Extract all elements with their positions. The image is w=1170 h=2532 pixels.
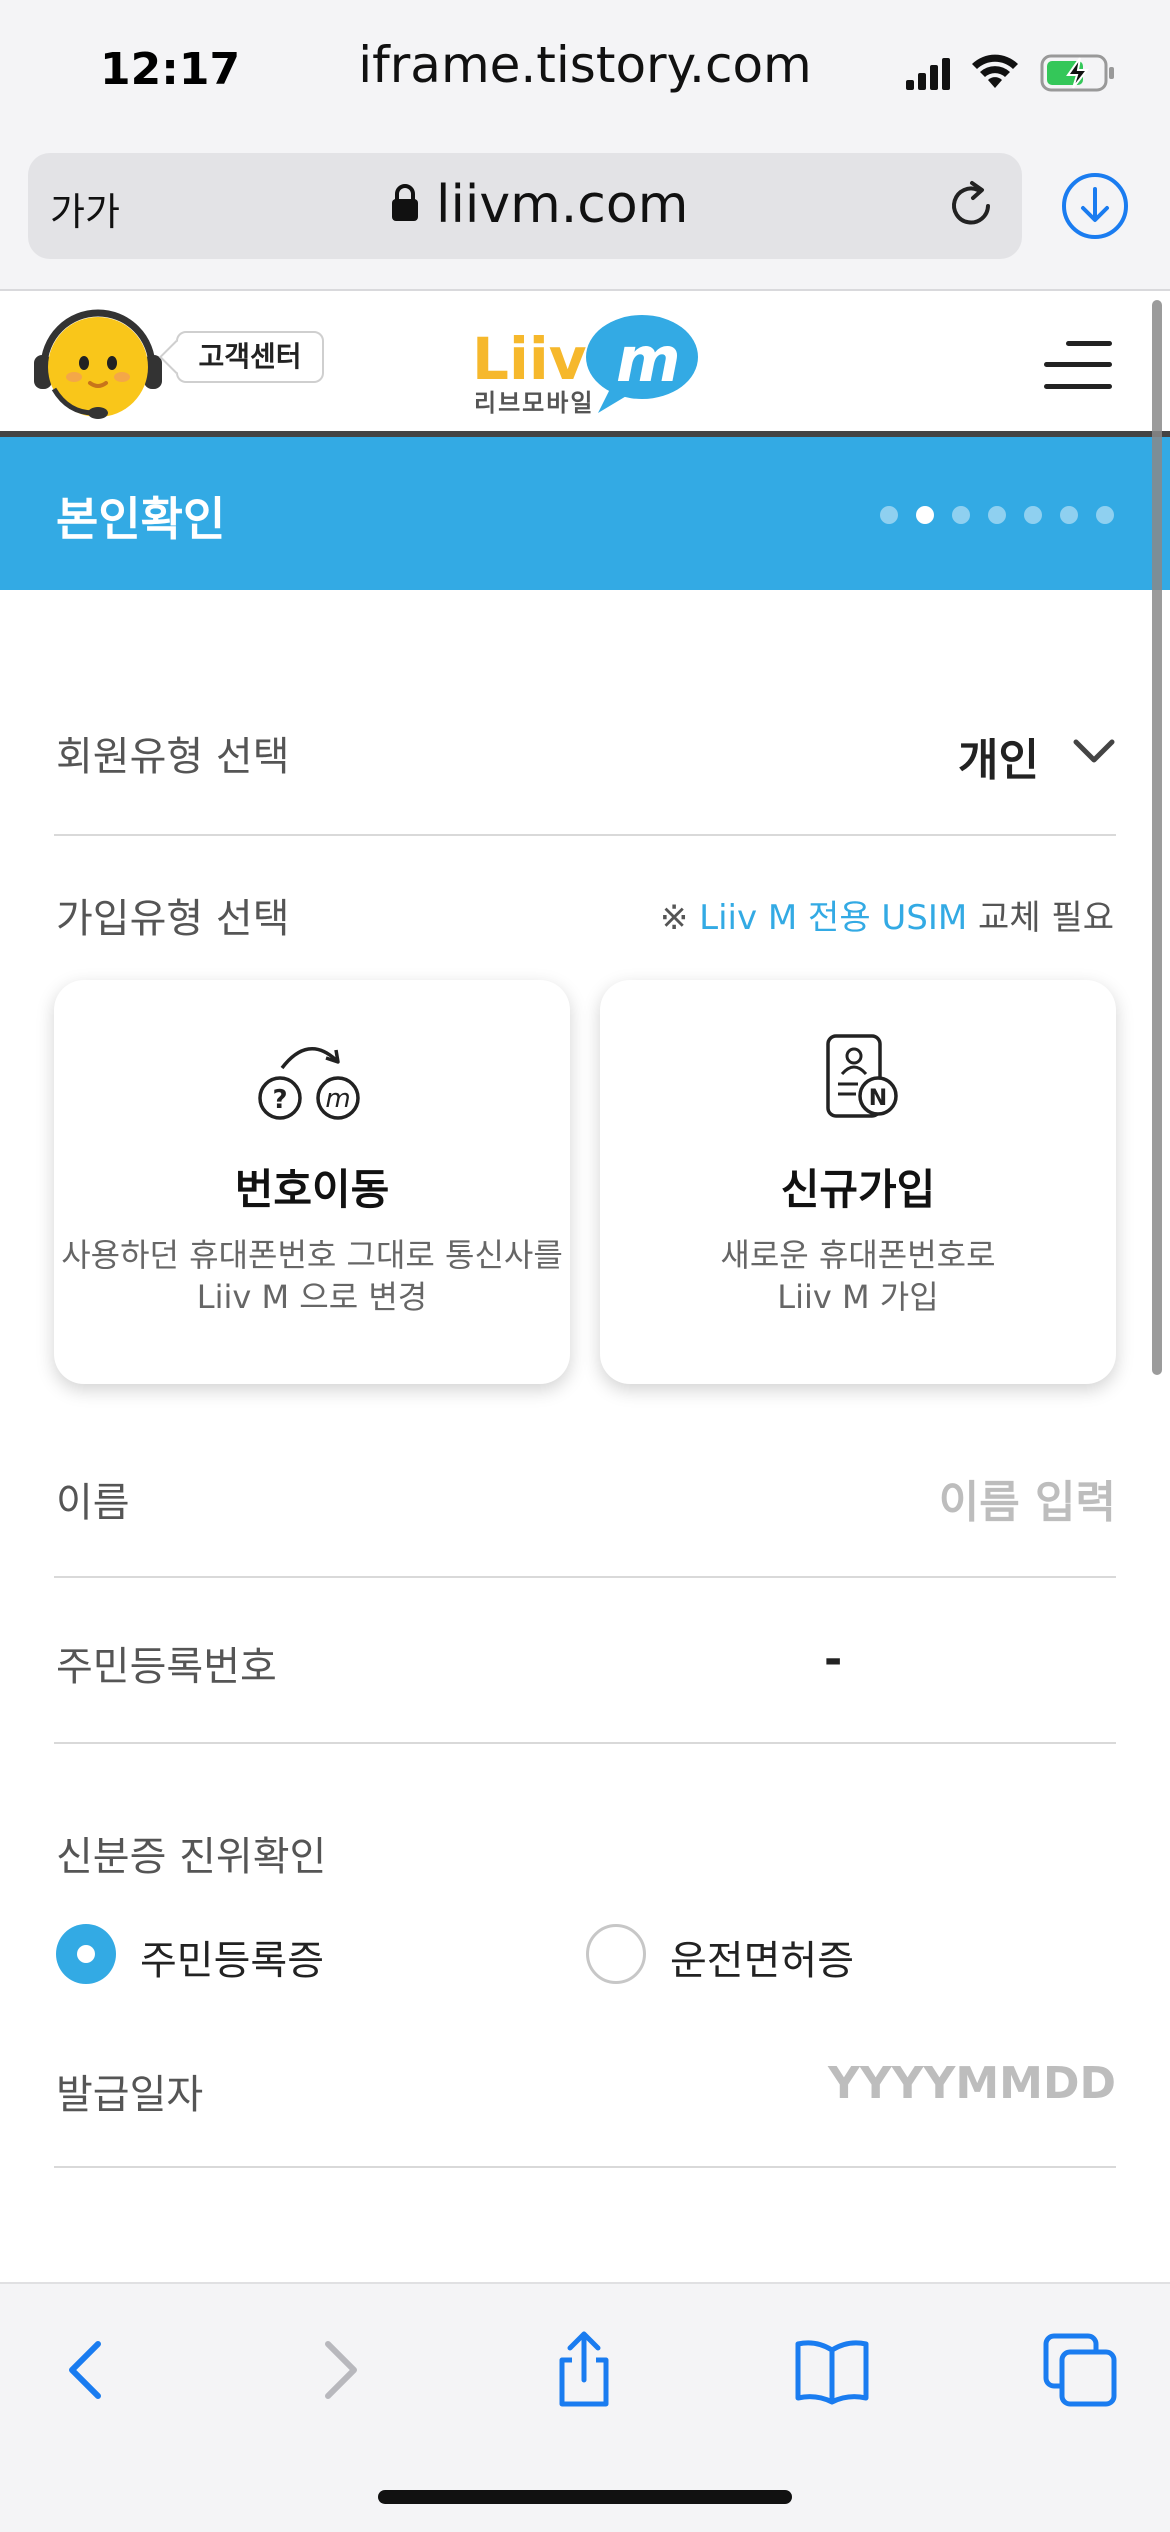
- card-desc-line: Liiv M 으로 변경: [196, 1278, 428, 1316]
- divider: [54, 2166, 1116, 2168]
- card-description: 새로운 휴대폰번호로 Liiv M 가입: [600, 1234, 1116, 1318]
- card-title: 신규가입: [780, 1165, 936, 1214]
- rrn-label: 주민등록번호: [56, 1644, 277, 1690]
- issue-date-input[interactable]: YYYYMMDD: [828, 2058, 1116, 2109]
- text-size-button[interactable]: 가가: [50, 181, 120, 236]
- card-title: 번호이동: [234, 1165, 390, 1214]
- member-type-label: 회원유형 선택: [56, 734, 290, 780]
- logo-subtitle: 리브모바일: [474, 389, 595, 417]
- rrn-input[interactable]: -: [824, 1634, 842, 1685]
- join-type-label: 가입유형 선택: [56, 896, 290, 942]
- svg-text:m: m: [616, 323, 681, 396]
- forward-icon[interactable]: [300, 2330, 380, 2410]
- wifi-icon: [972, 54, 1018, 88]
- step-dot: [880, 506, 898, 524]
- home-indicator: [378, 2490, 792, 2504]
- card-desc-line: Liiv M 가입: [777, 1278, 939, 1316]
- site-header: 고객센터 Liiv m 리브모바일: [0, 291, 1170, 437]
- new-subscription-icon: N: [826, 1034, 898, 1118]
- divider: [54, 1742, 1116, 1744]
- svg-text:m: m: [325, 1084, 350, 1114]
- share-icon[interactable]: [544, 2330, 624, 2410]
- radio-label[interactable]: 주민등록증: [140, 1928, 324, 1986]
- reload-icon[interactable]: [944, 179, 998, 233]
- member-type-select[interactable]: 개인: [958, 724, 1039, 788]
- step-dot: [1060, 506, 1078, 524]
- cellular-signal-icon: [906, 58, 950, 90]
- note-suffix: 교체 필요: [967, 898, 1114, 938]
- radio-resident-card[interactable]: [56, 1924, 116, 1984]
- browser-url-area: 가가 liivm.com: [0, 145, 1170, 291]
- status-bar: 12:17 iframe.tistory.com: [0, 0, 1170, 145]
- battery-charging-icon: [1040, 54, 1114, 92]
- card-desc-line: 사용하던 휴대폰번호 그대로 통신사를: [61, 1236, 563, 1274]
- scrollbar[interactable]: [1152, 300, 1162, 1375]
- svg-text:N: N: [869, 1086, 887, 1111]
- radio-driver-license[interactable]: [586, 1924, 646, 1984]
- tabs-icon[interactable]: [1040, 2330, 1120, 2410]
- back-icon[interactable]: [46, 2330, 126, 2410]
- step-dot: [952, 506, 970, 524]
- step-dot: [988, 506, 1006, 524]
- divider: [54, 1576, 1116, 1578]
- radio-label[interactable]: 운전면허증: [670, 1928, 854, 1986]
- usim-note: ※ Liiv M 전용 USIM 교체 필요: [660, 890, 1114, 939]
- issue-date-label: 발급일자: [56, 2072, 204, 2118]
- page-title: 본인확인: [56, 492, 226, 546]
- divider: [54, 834, 1116, 836]
- svg-text:?: ?: [272, 1085, 287, 1115]
- step-dot: [1024, 506, 1042, 524]
- card-desc-line: 새로운 휴대폰번호로: [720, 1236, 996, 1274]
- name-label: 이름: [56, 1480, 130, 1526]
- download-icon[interactable]: [1060, 171, 1130, 241]
- note-highlight: Liiv M 전용 USIM: [699, 898, 968, 938]
- number-transfer-icon: ? m: [258, 1046, 360, 1120]
- note-prefix: ※: [659, 898, 700, 938]
- bookmarks-icon[interactable]: [792, 2330, 872, 2410]
- chevron-down-icon[interactable]: [1072, 736, 1116, 766]
- customer-center-link[interactable]: 고객센터: [176, 331, 324, 383]
- number-transfer-card[interactable]: ? m 번호이동 사용하던 휴대폰번호 그대로 통신사를 Liiv M 으로 변…: [54, 980, 570, 1384]
- card-description: 사용하던 휴대폰번호 그대로 통신사를 Liiv M 으로 변경: [54, 1234, 570, 1318]
- address-bar[interactable]: 가가 liivm.com: [28, 153, 1022, 259]
- name-input[interactable]: 이름 입력: [939, 1466, 1116, 1530]
- url-domain[interactable]: liivm.com: [436, 175, 688, 235]
- mascot-icon[interactable]: [28, 305, 168, 425]
- menu-icon[interactable]: [1040, 337, 1116, 393]
- step-dot: [1096, 506, 1114, 524]
- step-dot: [916, 506, 934, 524]
- id-verify-label: 신분증 진위확인: [56, 1834, 327, 1880]
- lock-icon: [392, 184, 418, 221]
- new-subscription-card[interactable]: N 신규가입 새로운 휴대폰번호로 Liiv M 가입: [600, 980, 1116, 1384]
